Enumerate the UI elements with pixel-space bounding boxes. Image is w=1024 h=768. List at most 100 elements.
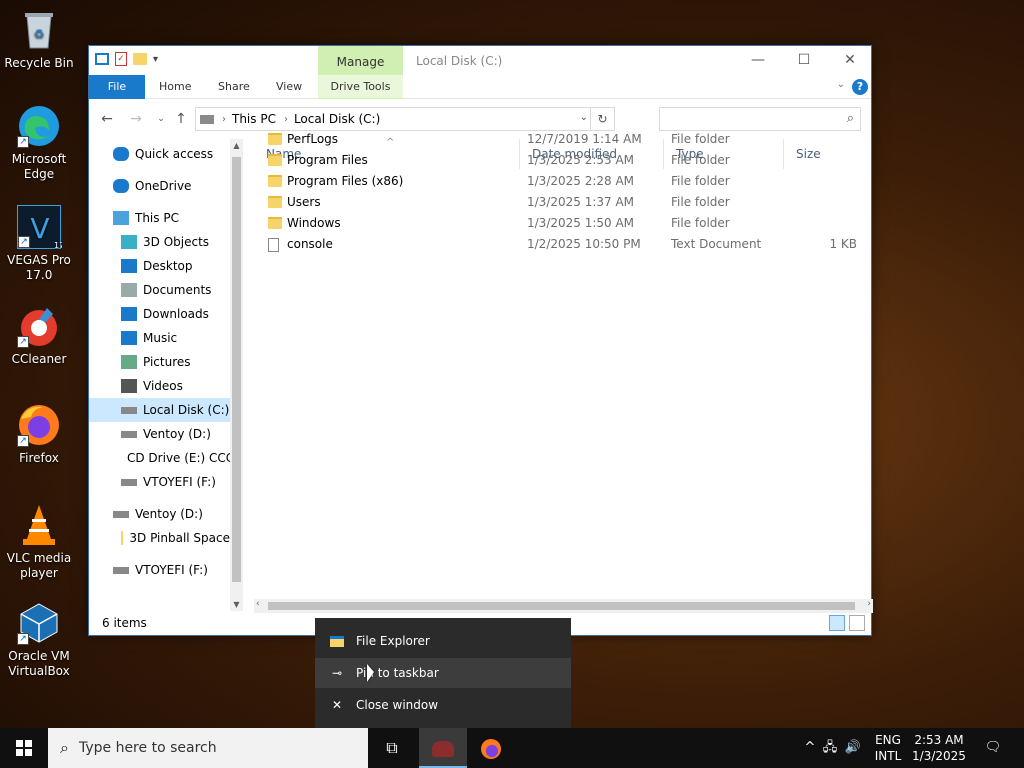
folder-icon xyxy=(121,531,124,545)
notifications-icon[interactable]: 🗨 xyxy=(978,728,1008,768)
nav-item[interactable]: CD Drive (E:) CCC xyxy=(121,446,234,470)
jump-item-close-window[interactable]: ✕ Close window xyxy=(315,690,571,720)
recent-locations-chevron-icon[interactable]: ⌄ xyxy=(151,109,171,129)
scroll-right-icon[interactable]: › xyxy=(867,599,871,609)
manage-tab[interactable]: Manage xyxy=(318,46,403,75)
table-row[interactable]: Users 1/3/2025 1:37 AM File folder xyxy=(254,192,873,213)
start-button[interactable] xyxy=(0,728,48,768)
desktop-icon-label: CCleaner xyxy=(11,352,67,366)
desktop-icon xyxy=(121,259,137,273)
desktop-icon-recycle-bin[interactable]: ♻ Recycle Bin xyxy=(4,8,74,71)
table-row[interactable]: PerfLogs 12/7/2019 1:14 AM File folder xyxy=(254,129,873,150)
document-icon xyxy=(121,283,137,297)
input-language-indicator[interactable]: ENG INTL xyxy=(868,732,908,764)
scroll-left-icon[interactable]: ‹ xyxy=(256,599,260,609)
jump-item-pin-to-taskbar[interactable]: ⊸ Pin to taskbar xyxy=(315,658,571,688)
tab-view[interactable]: View xyxy=(276,75,302,99)
minimize-button[interactable]: — xyxy=(735,46,781,75)
svg-text:♻: ♻ xyxy=(34,27,45,41)
explorer-icon[interactable] xyxy=(95,53,109,65)
nav-item[interactable]: Music xyxy=(121,326,230,350)
desktop-icon-virtualbox[interactable]: ↗ Oracle VM VirtualBox xyxy=(4,601,74,679)
taskbar-file-explorer-button[interactable] xyxy=(419,728,467,768)
nav-item[interactable]: VTOYEFI (F:) xyxy=(113,558,230,582)
network-icon[interactable]: 🖧 xyxy=(820,728,840,768)
search-input[interactable]: ⌕ xyxy=(659,107,861,131)
address-bar[interactable]: › This PC › Local Disk (C:) ⌄ ↻ xyxy=(195,107,615,131)
taskbar-firefox-button[interactable] xyxy=(467,728,515,768)
desktop-icon-label: Oracle VM VirtualBox xyxy=(8,649,70,678)
help-icon[interactable]: ? xyxy=(852,79,868,95)
scrollbar-thumb[interactable] xyxy=(232,157,241,582)
show-hidden-icons-icon[interactable]: ^ xyxy=(802,728,818,768)
tab-share[interactable]: Share xyxy=(218,75,250,99)
properties-icon[interactable]: ✓ xyxy=(115,52,127,66)
desktop-icon-vlc[interactable]: VLC media player xyxy=(4,503,74,581)
table-row[interactable]: Windows 1/3/2025 1:50 AM File folder xyxy=(254,213,873,234)
close-button[interactable]: ✕ xyxy=(827,46,873,75)
navigation-pane: Quick access OneDrive This PC 3D Objects Des… xyxy=(89,139,243,611)
nav-item[interactable]: Documents xyxy=(121,278,230,302)
nav-item[interactable]: 3D Objects xyxy=(121,230,230,254)
tab-home[interactable]: Home xyxy=(159,75,191,99)
nav-item[interactable]: 3D Pinball Space xyxy=(121,526,230,550)
large-icons-view-icon[interactable] xyxy=(849,615,865,631)
breadcrumb-this-pc[interactable]: This PC xyxy=(232,112,276,126)
up-arrow-icon[interactable]: ↑ xyxy=(171,109,191,129)
table-row[interactable]: console 1/2/2025 10:50 PM Text Document 1 K… xyxy=(254,234,873,255)
folder-icon xyxy=(268,154,282,166)
refresh-icon[interactable]: ↻ xyxy=(590,108,614,130)
new-folder-icon[interactable] xyxy=(133,53,147,65)
desktop-icon-vegas[interactable]: V 17 ↗ VEGAS Pro 17.0 xyxy=(4,205,74,283)
address-dropdown-icon[interactable]: ⌄ xyxy=(580,112,588,123)
jump-item-file-explorer[interactable]: File Explorer xyxy=(315,626,571,656)
desktop-icon-firefox[interactable]: ↗ Firefox xyxy=(4,403,74,466)
volume-icon[interactable]: 🔊 xyxy=(842,728,864,768)
nav-item[interactable]: Downloads xyxy=(121,302,230,326)
star-icon xyxy=(113,147,129,161)
nav-item[interactable]: Desktop xyxy=(121,254,230,278)
nav-item[interactable]: Quick access xyxy=(113,142,230,166)
desktop-icon-ccleaner[interactable]: ↗ CCleaner xyxy=(4,304,74,367)
scroll-down-icon[interactable]: ▼ xyxy=(230,600,243,609)
vertical-scrollbar[interactable]: ▲ ▼ xyxy=(230,139,243,611)
taskbar-search-box[interactable]: ⌕ Type here to search xyxy=(48,728,368,768)
chevron-right-icon[interactable]: › xyxy=(284,114,288,125)
nav-item[interactable]: OneDrive xyxy=(113,174,230,198)
nav-item[interactable]: VTOYEFI (F:) xyxy=(121,470,230,494)
file-name: Program Files xyxy=(287,153,368,167)
breadcrumb-local-disk[interactable]: Local Disk (C:) xyxy=(294,112,380,126)
system-clock[interactable]: 2:53 AM 1/3/2025 xyxy=(910,732,968,764)
app-icon xyxy=(432,740,454,757)
task-view-button[interactable]: ⧉ xyxy=(368,728,416,768)
nav-item[interactable]: Local Disk (C:) xyxy=(89,398,230,422)
file-type: File folder xyxy=(671,216,730,230)
desktop-icon-label: Recycle Bin xyxy=(4,56,74,70)
desktop-icon-label: Microsoft Edge xyxy=(11,152,67,181)
table-row[interactable]: Program Files 1/3/2025 2:53 AM File folder xyxy=(254,150,873,171)
qat-dropdown-icon[interactable]: ▾ xyxy=(153,54,158,65)
expand-ribbon-icon[interactable]: ⌄ xyxy=(837,79,845,90)
file-list: Name ^ Date modified Type Size PerfLogs 1… xyxy=(254,132,873,613)
desktop-icon-edge[interactable]: ↗ Microsoft Edge xyxy=(4,104,74,182)
scrollbar-thumb[interactable] xyxy=(268,602,855,610)
nav-item[interactable]: Ventoy (D:) xyxy=(121,422,230,446)
this-pc-icon xyxy=(200,114,214,124)
file-type: File folder xyxy=(671,132,730,146)
tab-drive-tools[interactable]: Drive Tools xyxy=(318,75,403,99)
desktop-icon-label: Firefox xyxy=(19,451,59,465)
table-row[interactable]: Program Files (x86) 1/3/2025 2:28 AM File … xyxy=(254,171,873,192)
back-arrow-icon[interactable]: ← xyxy=(97,109,117,129)
tab-file[interactable]: File xyxy=(89,75,145,99)
chevron-right-icon[interactable]: › xyxy=(222,114,226,125)
scroll-up-icon[interactable]: ▲ xyxy=(230,141,243,150)
nav-item[interactable]: Pictures xyxy=(121,350,230,374)
nav-item[interactable]: Ventoy (D:) xyxy=(113,502,230,526)
file-name: Program Files (x86) xyxy=(287,174,404,188)
nav-item[interactable]: Videos xyxy=(121,374,230,398)
nav-item[interactable]: This PC xyxy=(113,206,230,230)
details-view-icon[interactable] xyxy=(829,615,845,631)
file-type: Text Document xyxy=(671,237,762,251)
maximize-button[interactable]: ☐ xyxy=(781,46,827,75)
forward-arrow-icon[interactable]: → xyxy=(126,109,146,129)
